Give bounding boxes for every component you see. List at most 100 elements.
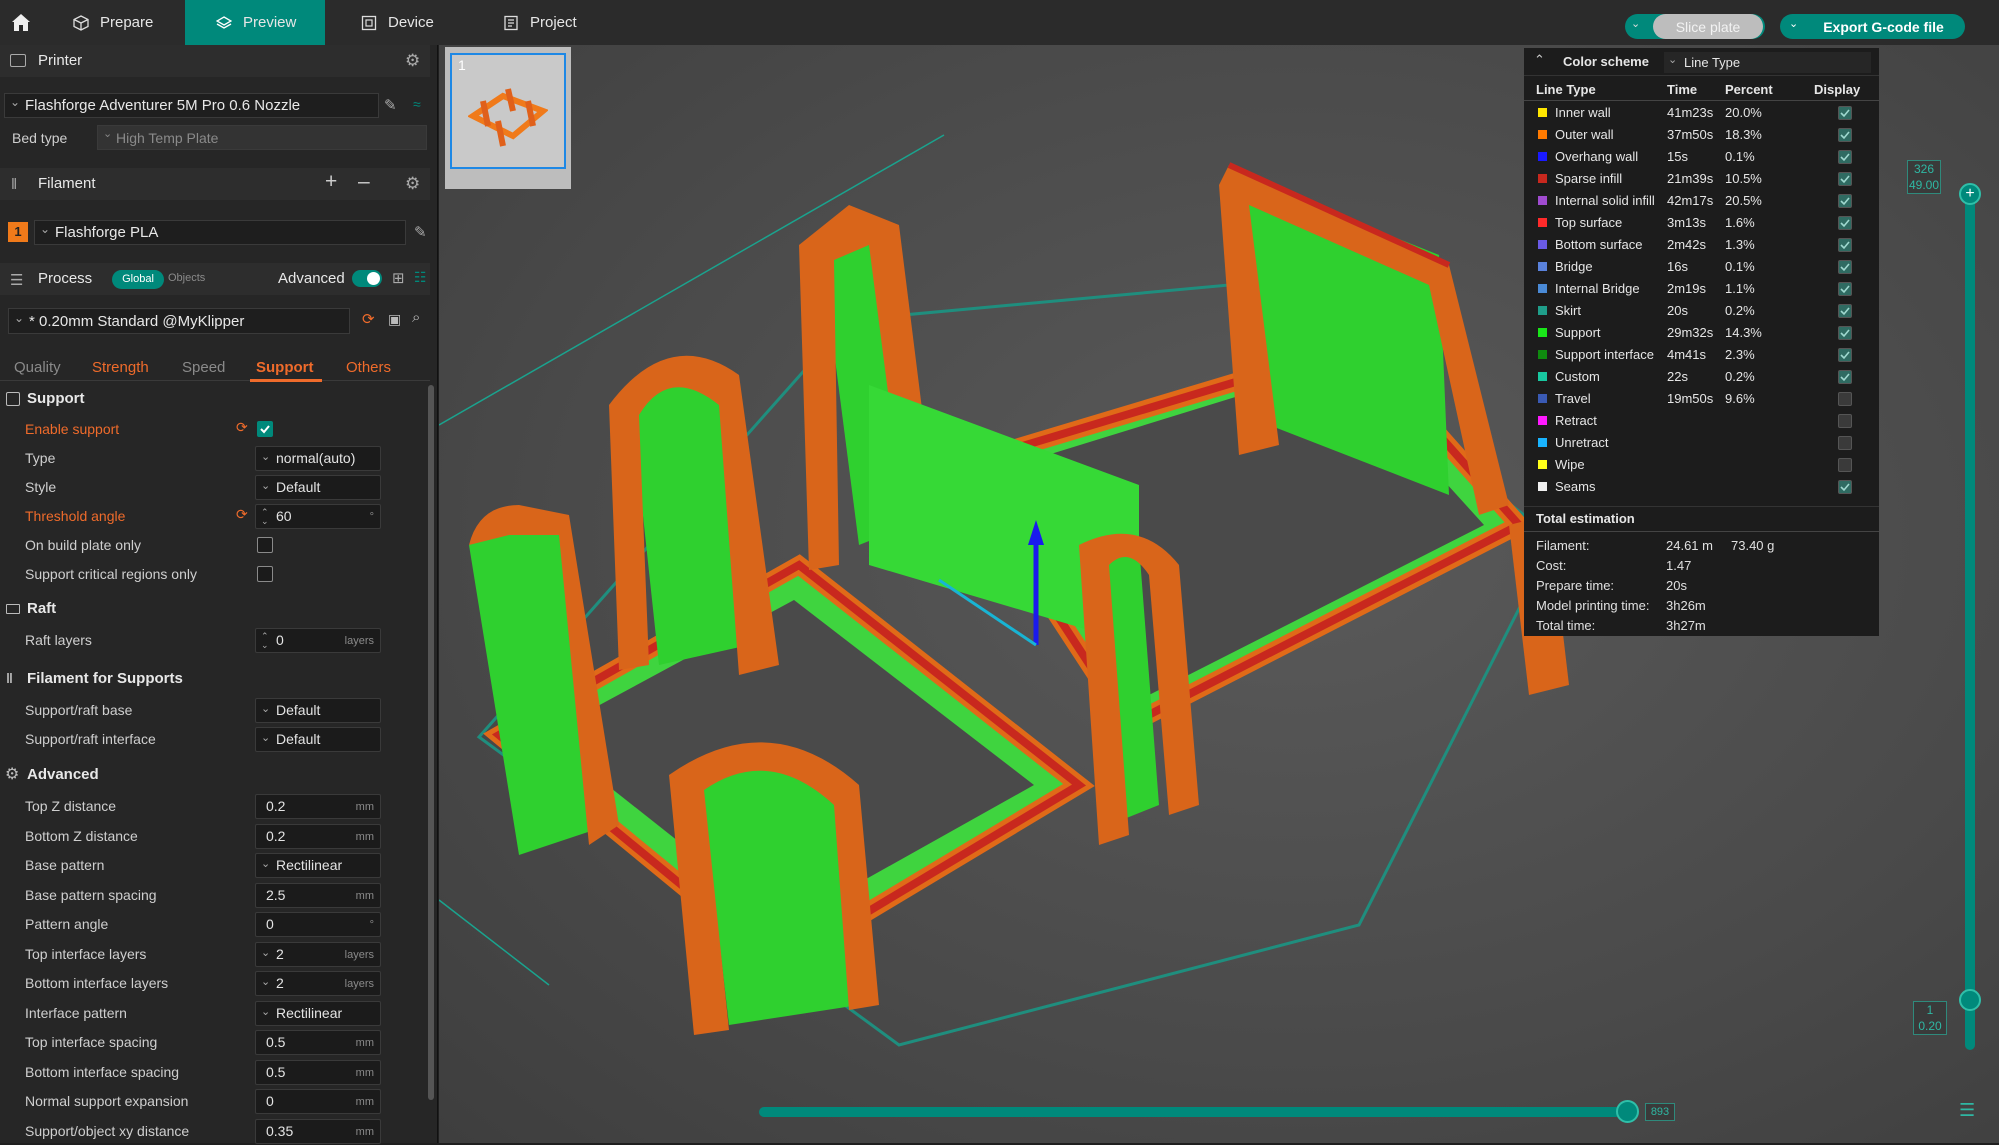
- color-scheme-select[interactable]: ⌄ Line Type: [1664, 52, 1871, 73]
- support-interface-select[interactable]: ⌄ Default: [255, 727, 381, 752]
- filament-header: Filament: [38, 175, 96, 192]
- bottom-layer-readout: 1 0.20: [1913, 1001, 1947, 1035]
- setting-input[interactable]: 0 mm: [255, 1089, 381, 1114]
- legend-name: Top surface: [1555, 215, 1623, 230]
- setting-input[interactable]: 0.2 mm: [255, 794, 381, 819]
- plate-settings-icon[interactable]: ☷: [414, 269, 427, 286]
- stepper-icon[interactable]: ⌃ ⌄: [261, 632, 269, 650]
- tab-device[interactable]: Device: [360, 0, 460, 45]
- edit-icon[interactable]: ✎: [384, 96, 397, 114]
- raft-layers-input[interactable]: ⌃ ⌄ 0 layers: [255, 628, 381, 653]
- gear-icon[interactable]: ⚙: [405, 51, 420, 71]
- export-gcode-button[interactable]: ⌄ Export G-code file: [1780, 14, 1965, 39]
- global-toggle[interactable]: Global: [112, 270, 164, 289]
- legend-display-checkbox[interactable]: [1838, 216, 1852, 230]
- tab-speed[interactable]: Speed: [182, 359, 225, 376]
- move-slider-track[interactable]: [759, 1107, 1621, 1117]
- search-icon[interactable]: ⌕: [412, 309, 420, 326]
- layer-slider-top-thumb[interactable]: +: [1959, 183, 1981, 205]
- legend-display-checkbox[interactable]: [1838, 260, 1852, 274]
- threshold-angle-input[interactable]: ⌃ ⌄ 60 °: [255, 504, 381, 529]
- legend-time: 29m32s: [1667, 325, 1714, 340]
- legend-display-checkbox[interactable]: [1838, 106, 1852, 120]
- filament-select[interactable]: ⌄ Flashforge PLA: [34, 220, 406, 245]
- enable-support-checkbox[interactable]: [257, 421, 273, 437]
- legend-time: 19m50s: [1667, 391, 1714, 406]
- support-style-row: Style ⌄ Default: [0, 475, 430, 501]
- support-style-select[interactable]: ⌄ Default: [255, 475, 381, 500]
- legend-name: Bottom surface: [1555, 237, 1643, 252]
- sidebar-scrollbar[interactable]: [428, 385, 434, 1100]
- save-icon[interactable]: ▣: [388, 311, 401, 328]
- layers-icon[interactable]: ☰: [1959, 1100, 1975, 1121]
- reset-icon[interactable]: ⟳: [362, 310, 375, 328]
- legend-display-checkbox[interactable]: [1838, 348, 1852, 362]
- printer-select[interactable]: ⌄ Flashforge Adventurer 5M Pro 0.6 Nozzl…: [4, 93, 379, 118]
- compare-icon[interactable]: ⊞: [392, 269, 405, 287]
- legend-display-checkbox[interactable]: [1838, 238, 1852, 252]
- support-base-select[interactable]: ⌄ Default: [255, 698, 381, 723]
- layer-slider-track[interactable]: [1965, 195, 1975, 1050]
- legend-row: Bottom surface 2m42s 1.3%: [1524, 234, 1879, 256]
- tab-others[interactable]: Others: [346, 359, 391, 376]
- build-plate-only-checkbox[interactable]: [257, 537, 273, 553]
- tab-project[interactable]: Project: [502, 0, 602, 45]
- filament-supports-group-header: ‖ Filament for Supports: [0, 665, 420, 693]
- plate-thumbnail[interactable]: 1: [450, 53, 566, 169]
- setting-select[interactable]: ⌄ Rectilinear: [255, 1000, 381, 1026]
- legend-display-checkbox[interactable]: [1838, 150, 1852, 164]
- edit-icon[interactable]: ✎: [414, 223, 427, 241]
- setting-select[interactable]: ⌄ Rectilinear: [255, 853, 381, 878]
- setting-input[interactable]: 2.5 mm: [255, 882, 381, 908]
- legend-display-checkbox[interactable]: [1838, 436, 1852, 450]
- setting-input[interactable]: 0 °: [255, 912, 381, 937]
- process-preset-select[interactable]: ⌄ * 0.20mm Standard @MyKlipper: [8, 308, 350, 334]
- legend-row: Internal solid infill 42m17s 20.5%: [1524, 190, 1879, 212]
- layer-slider-bottom-thumb[interactable]: [1959, 989, 1981, 1011]
- home-icon[interactable]: [10, 11, 32, 33]
- setting-input[interactable]: 0.35 mm: [255, 1118, 381, 1144]
- legend-display-checkbox[interactable]: [1838, 194, 1852, 208]
- setting-input[interactable]: 0.5 mm: [255, 1059, 381, 1085]
- setting-input[interactable]: 0.5 mm: [255, 1030, 381, 1055]
- gear-icon[interactable]: ⚙: [405, 174, 420, 194]
- setting-input[interactable]: 0.2 mm: [255, 823, 381, 849]
- filament-color-swatch[interactable]: 1: [8, 222, 28, 242]
- support-interface-value: Default: [276, 731, 321, 747]
- legend-display-checkbox[interactable]: [1838, 128, 1852, 142]
- tab-strength[interactable]: Strength: [92, 359, 149, 376]
- tab-preview[interactable]: Preview: [185, 0, 325, 45]
- process-icon: ☰: [10, 272, 24, 289]
- reset-icon[interactable]: ⟳: [236, 419, 248, 436]
- advanced-toggle[interactable]: [352, 270, 382, 287]
- legend-display-checkbox[interactable]: [1838, 326, 1852, 340]
- tab-quality[interactable]: Quality: [14, 359, 61, 376]
- setting-select[interactable]: ⌄ 2 layers: [255, 941, 381, 967]
- setting-value: 0: [266, 916, 274, 932]
- add-filament-icon[interactable]: +: [325, 170, 337, 194]
- objects-toggle[interactable]: Objects: [168, 272, 205, 284]
- legend-time: 42m17s: [1667, 193, 1714, 208]
- collapse-icon[interactable]: ⌃: [1534, 52, 1545, 68]
- reset-icon[interactable]: ⟳: [236, 506, 248, 523]
- bed-type-select[interactable]: ⌄ High Temp Plate: [97, 125, 427, 150]
- setting-select[interactable]: ⌄ 2 layers: [255, 971, 381, 996]
- legend-display-checkbox[interactable]: [1838, 282, 1852, 296]
- critical-regions-checkbox[interactable]: [257, 566, 273, 582]
- tab-support[interactable]: Support: [256, 359, 314, 376]
- move-slider-thumb[interactable]: [1616, 1100, 1639, 1123]
- legend-display-checkbox[interactable]: [1838, 480, 1852, 494]
- legend-display-checkbox[interactable]: [1838, 172, 1852, 186]
- tab-prepare[interactable]: Prepare: [72, 0, 182, 45]
- stepper-icon[interactable]: ⌃ ⌄: [261, 508, 269, 526]
- remove-filament-icon[interactable]: –: [358, 170, 370, 194]
- support-type-select[interactable]: ⌄ normal(auto): [255, 446, 381, 471]
- slice-plate-button[interactable]: ⌄ Slice plate: [1625, 14, 1765, 39]
- legend-display-checkbox[interactable]: [1838, 458, 1852, 472]
- legend-display-checkbox[interactable]: [1838, 370, 1852, 384]
- legend-display-checkbox[interactable]: [1838, 414, 1852, 428]
- legend-row: Seams: [1524, 476, 1879, 498]
- legend-display-checkbox[interactable]: [1838, 304, 1852, 318]
- legend-display-checkbox[interactable]: [1838, 392, 1852, 406]
- wifi-icon[interactable]: ≈: [413, 96, 421, 112]
